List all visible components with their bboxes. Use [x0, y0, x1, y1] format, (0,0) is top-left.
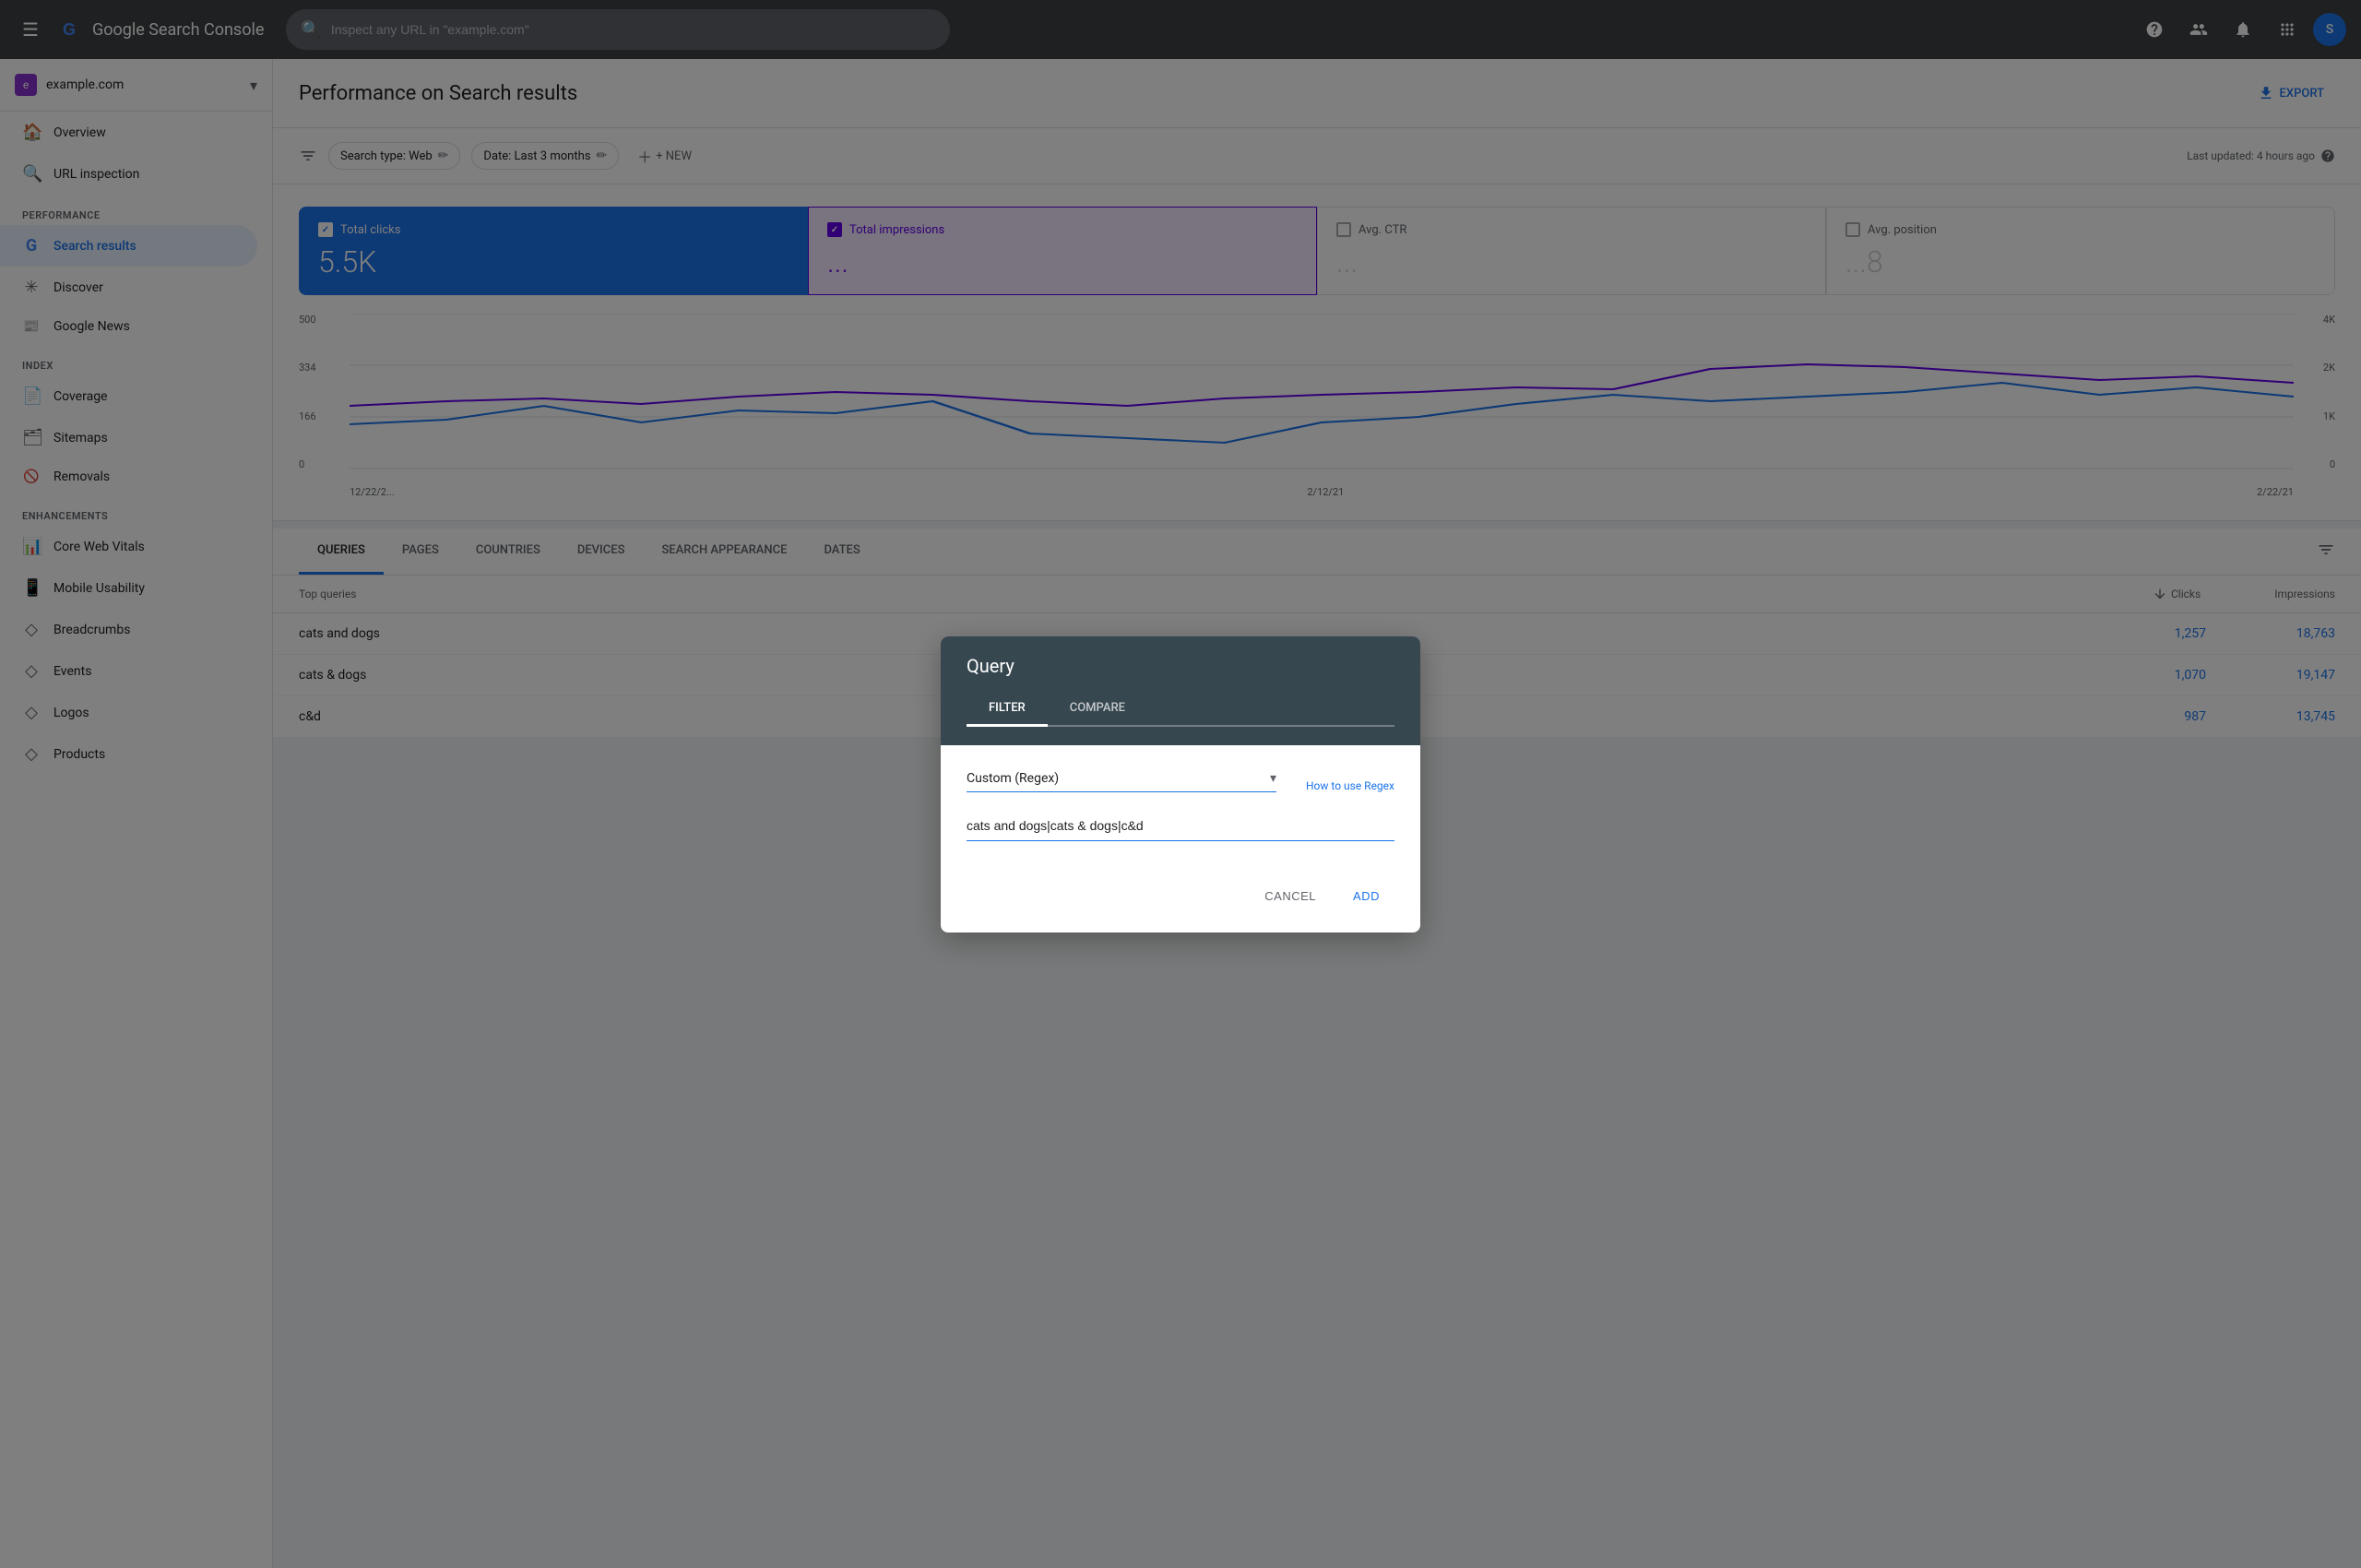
modal-tabs: FILTER COMPARE: [967, 692, 1394, 727]
modal-overlay[interactable]: Query FILTER COMPARE Custom (Regex) ▾ Ho…: [0, 0, 2361, 1568]
modal-select-inner: Custom (Regex) ▾ How to use Regex: [967, 771, 1394, 792]
modal-actions: CANCEL ADD: [941, 867, 1420, 932]
modal-select-wrapper: Custom (Regex) ▾: [967, 771, 1276, 792]
modal-tab-filter[interactable]: FILTER: [967, 692, 1048, 727]
cancel-button[interactable]: CANCEL: [1250, 882, 1331, 910]
modal-select-arrow-icon: ▾: [1270, 771, 1276, 786]
how-to-use-regex-link[interactable]: How to use Regex: [1306, 779, 1394, 792]
regex-input[interactable]: [967, 811, 1394, 841]
add-button[interactable]: ADD: [1338, 882, 1394, 910]
modal-tab-compare[interactable]: COMPARE: [1048, 692, 1147, 727]
modal-select-value: Custom (Regex): [967, 771, 1059, 786]
modal-select-row: Custom (Regex) ▾ How to use Regex: [967, 771, 1394, 792]
modal-input-row: [967, 811, 1394, 841]
modal-header: Query FILTER COMPARE: [941, 636, 1420, 745]
modal-title: Query: [967, 655, 1394, 677]
modal-select-container[interactable]: Custom (Regex) ▾: [967, 771, 1276, 792]
modal-body: Custom (Regex) ▾ How to use Regex: [941, 745, 1420, 867]
query-modal: Query FILTER COMPARE Custom (Regex) ▾ Ho…: [941, 636, 1420, 932]
